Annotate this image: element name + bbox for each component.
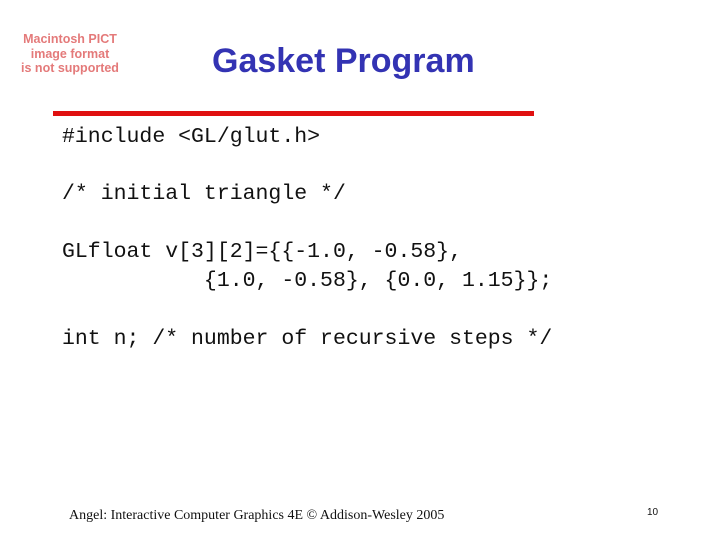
footer-credit: Angel: Interactive Computer Graphics 4E … (69, 508, 445, 523)
code-line-include: #include <GL/glut.h> (62, 125, 321, 149)
code-line-vertex-array: GLfloat v[3][2]={{-1.0, -0.58}, (62, 240, 462, 264)
placeholder-line: Macintosh PICT (23, 32, 117, 46)
unsupported-image-placeholder: Macintosh PICT image format is not suppo… (6, 32, 134, 76)
slide-title: Gasket Program (212, 42, 475, 80)
code-line-vertex-array-cont: {1.0, -0.58}, {0.0, 1.15}}; (62, 269, 553, 293)
page-number: 10 (647, 507, 659, 518)
placeholder-line: image format (30, 46, 110, 61)
title-underline-rule (53, 111, 534, 116)
code-line-comment: /* initial triangle */ (62, 182, 346, 206)
placeholder-line: is not supported (21, 61, 119, 75)
code-line-int-n: int n; /* number of recursive steps */ (62, 327, 553, 351)
